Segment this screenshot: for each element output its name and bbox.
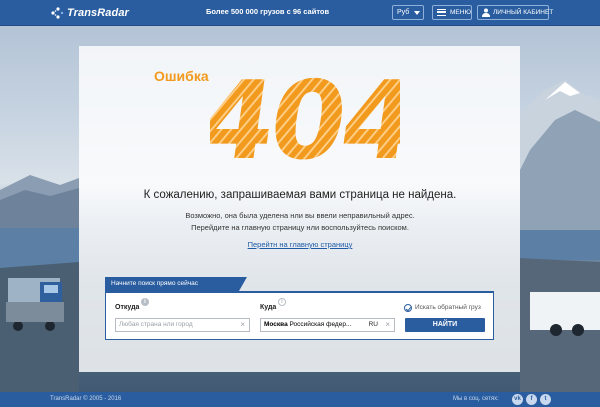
error-line-1: Возможно, она была уделена нли вы ввели … xyxy=(185,211,415,220)
tagline-mid: грузов с xyxy=(258,7,293,16)
menu-label: МЕНЮ xyxy=(450,9,472,16)
tagline-count: 500 000 xyxy=(230,7,259,16)
close-icon[interactable]: × xyxy=(240,319,245,331)
search-tab: Начните поиск прямо сейчас xyxy=(105,277,247,291)
to-label: Куда xyxy=(260,304,277,311)
close-icon[interactable]: × xyxy=(385,319,390,331)
from-input[interactable]: Любая страна нли город × xyxy=(115,318,250,332)
info-icon[interactable]: i xyxy=(278,298,286,306)
tagline-prefix: Более xyxy=(206,7,231,16)
error-word: Ошибка xyxy=(154,68,209,84)
logo-text: TransRadar xyxy=(67,7,129,19)
social-caption: Мы в соц. сетях: xyxy=(453,396,499,402)
twitter-icon[interactable]: t xyxy=(540,394,551,405)
currency-select[interactable]: Руб xyxy=(392,5,424,20)
radar-dots-icon xyxy=(51,7,64,19)
tagline-sites: 96 xyxy=(292,7,302,16)
personal-cabinet-button[interactable]: ЛИЧНЫЙ КАБИНЕТ xyxy=(477,5,553,20)
error-code-text: 404 xyxy=(210,60,400,170)
tagline-suffix: сайтов xyxy=(301,7,330,16)
from-label: Откуда xyxy=(115,304,140,311)
to-city: Москва xyxy=(264,321,288,328)
from-placeholder: Любая страна нли город xyxy=(119,321,193,328)
to-region: Российская федер... xyxy=(287,321,352,328)
home-link[interactable]: Перейтн на главную страницу xyxy=(248,240,353,249)
site-tagline: Более 500 000 грузов с 96 сайтов xyxy=(206,7,329,16)
currency-value: Руб xyxy=(397,9,410,16)
home-link-row: Перейтн на главную страницу xyxy=(0,240,600,249)
facebook-icon[interactable]: f xyxy=(526,394,537,405)
error-title: К сожалению, запрашиваемая вами страница… xyxy=(143,189,457,201)
search-panel xyxy=(105,291,494,340)
vk-icon[interactable]: vk xyxy=(512,394,523,405)
site-logo[interactable]: TransRadar xyxy=(50,5,129,21)
caret-down-icon xyxy=(414,11,420,15)
to-country-code: RU xyxy=(368,321,378,328)
user-icon xyxy=(482,8,490,17)
error-code-graphic: 404 xyxy=(210,60,400,170)
find-button[interactable]: НАЙТИ xyxy=(405,318,485,332)
copyright: TransRadar © 2005 - 2016 xyxy=(50,396,122,402)
menu-button[interactable]: МЕНЮ xyxy=(432,5,472,20)
footer: TransRadar © 2005 - 2016 Мы в соц. сетях… xyxy=(0,392,600,407)
info-icon[interactable]: i xyxy=(141,298,149,306)
reverse-search-checkbox[interactable]: Искать обратный груз xyxy=(404,304,481,311)
to-input[interactable]: Москва Российская федер... RU × xyxy=(260,318,395,332)
cabinet-label: ЛИЧНЫЙ КАБИНЕТ xyxy=(493,9,554,16)
top-navbar: TransRadar Более 500 000 грузов с 96 сай… xyxy=(0,0,600,26)
hamburger-icon xyxy=(437,9,446,16)
error-line-2: Перейдите на главную страницу нли воспол… xyxy=(191,223,409,232)
